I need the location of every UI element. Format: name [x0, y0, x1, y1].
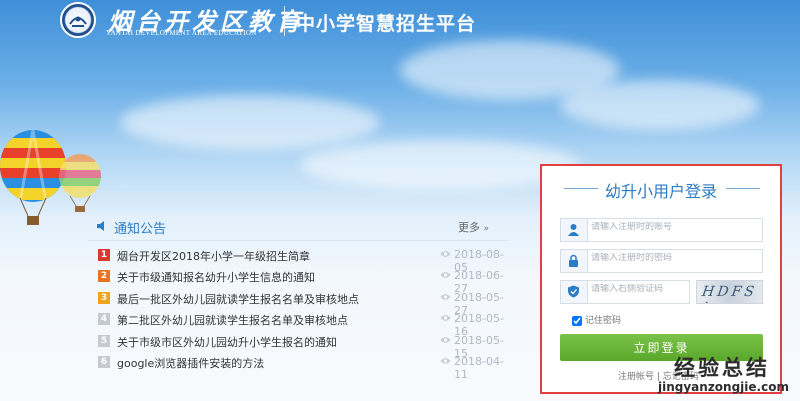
notice-title: 通知公告: [114, 222, 167, 237]
username-input[interactable]: [591, 222, 751, 232]
notice-item[interactable]: 1 烟台开发区2018年小学一年级招生简章 2018-08-05: [88, 246, 508, 274]
notice-item-title[interactable]: 关于市级通知报名幼升小学生信息的通知: [117, 269, 417, 285]
watermark-url: jingyanzongjie.com: [658, 380, 789, 394]
platform-title: 中小学智慧招生平台: [296, 13, 477, 35]
notice-item[interactable]: 2 关于市级通知报名幼升小学生信息的通知 2018-06-27: [88, 267, 508, 295]
notice-header: 通知公告 更多 »: [88, 214, 508, 240]
eye-icon: [440, 294, 451, 300]
eye-icon: [440, 251, 451, 257]
hot-air-balloon-small-icon: [59, 154, 101, 212]
notice-rank-badge: 2: [98, 270, 110, 283]
notice-item-title[interactable]: 烟台开发区2018年小学一年级招生简章: [117, 248, 417, 264]
notice-rank-badge: 4: [98, 313, 110, 326]
username-field[interactable]: [560, 218, 763, 242]
eye-icon: [440, 272, 451, 279]
title-decoration-line: [726, 188, 760, 189]
logo-icon: [60, 2, 96, 38]
notice-item-date: 2018-04-11: [454, 354, 504, 381]
notice-list: 1 烟台开发区2018年小学一年级招生简章 2018-08-05 2 关于市级通知报名幼…: [88, 246, 508, 381]
lock-icon: [561, 250, 588, 272]
brand-name-english: YANTAI DEVELOPMENT AREA EDUCATION: [106, 29, 257, 37]
more-link[interactable]: 更多 »: [458, 219, 489, 235]
notice-item[interactable]: 3 最后一批区外幼儿园就读学生报名名单及审核地点 2018-05-27: [88, 289, 508, 317]
remember-checkbox[interactable]: [572, 315, 582, 326]
notice-item[interactable]: 4 第二批区外幼儿园就读学生报名名单及审核地点 2018-05-16: [88, 310, 508, 338]
notice-item-title[interactable]: 最后一批区外幼儿园就读学生报名名单及审核地点: [117, 291, 417, 307]
notice-item-title[interactable]: google浏览器插件安装的方法: [117, 355, 417, 371]
site-header: 烟台开发区教育 YANTAI DEVELOPMENT AREA EDUCATIO…: [0, 0, 800, 44]
eye-icon: [440, 315, 451, 321]
cloud-decoration: [120, 95, 380, 150]
cloud-decoration: [560, 80, 760, 130]
shield-icon: [561, 281, 588, 303]
eye-icon: [440, 358, 451, 364]
remember-password[interactable]: 记住密码: [572, 313, 621, 326]
captcha-text: HDFS A: [699, 284, 758, 303]
captcha-image[interactable]: HDFS A: [696, 280, 763, 304]
login-title: 幼升小用户登录: [604, 182, 717, 201]
cloud-decoration: [300, 140, 580, 190]
more-label: 更多: [458, 221, 480, 234]
password-field[interactable]: [560, 249, 763, 273]
eye-icon: [440, 336, 451, 343]
watermark-text: 经验总结: [674, 356, 770, 380]
captcha-field[interactable]: [560, 280, 751, 304]
notice-divider: [88, 240, 508, 241]
notice-rank-badge: 6: [98, 355, 110, 368]
password-input[interactable]: [591, 253, 751, 263]
notice-rank-badge: 5: [98, 334, 110, 347]
notice-item-title[interactable]: 关于市级市区外幼儿园幼升小学生报名的通知: [117, 334, 417, 350]
user-icon: [561, 219, 588, 241]
notice-rank-badge: 3: [98, 291, 110, 304]
notice-item-title[interactable]: 第二批区外幼儿园就读学生报名名单及审核地点: [117, 312, 417, 328]
notice-item[interactable]: 6 google浏览器插件安装的方法 2018-04-11: [88, 353, 508, 381]
notice-rank-badge: 1: [98, 249, 110, 261]
chevron-right-icon: »: [483, 224, 490, 234]
notice-item[interactable]: 5 关于市级市区外幼儿园幼升小学生报名的通知 2018-05-15: [88, 332, 508, 360]
header-divider: [284, 6, 285, 36]
speaker-icon: [97, 221, 104, 231]
watermark: 经验总结 jingyanzongjie.com: [650, 352, 800, 401]
notice-panel: 通知公告 更多 » 1 烟台开发区2018年小学一年级招生简章 2018-08-05…: [88, 214, 508, 381]
remember-label: 记住密码: [585, 316, 622, 326]
